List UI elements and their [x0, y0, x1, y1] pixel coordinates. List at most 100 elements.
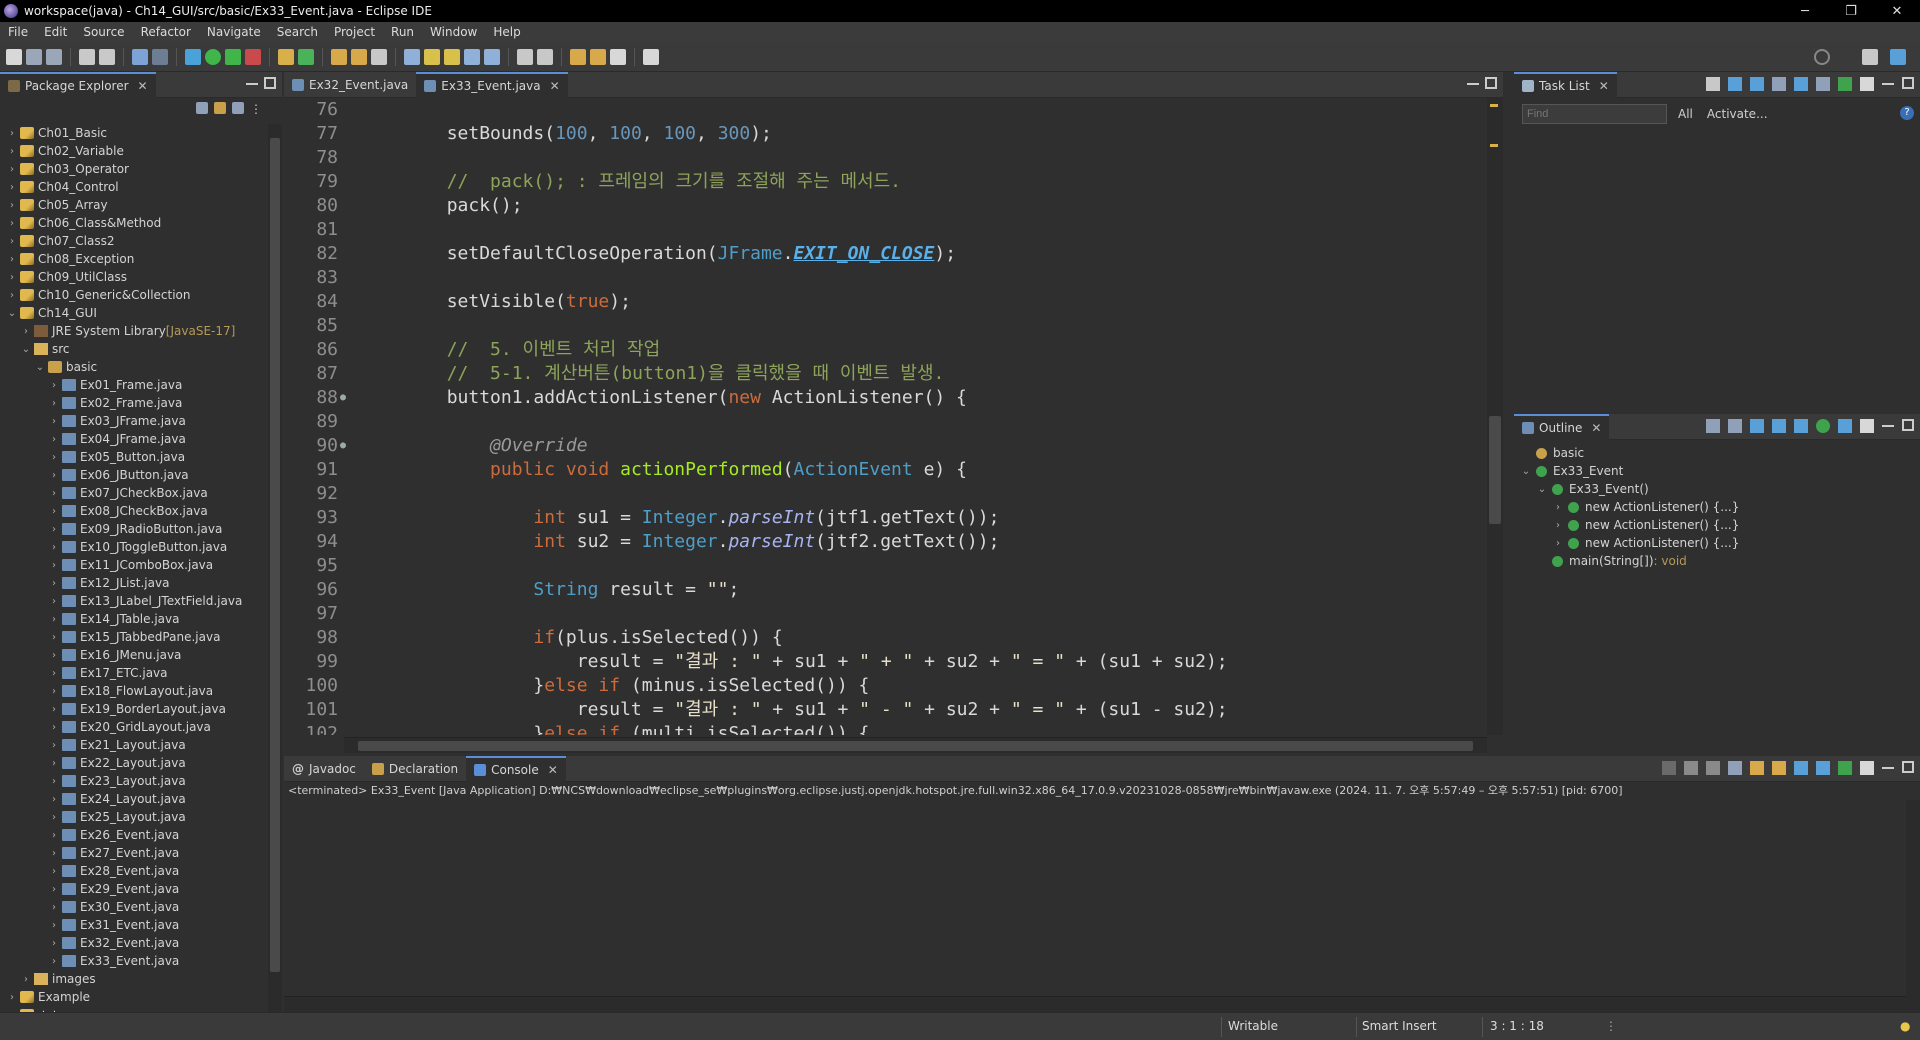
code-line[interactable]: 90 ● @Override [284, 434, 1487, 458]
menu-refactor[interactable]: Refactor [133, 25, 199, 39]
chevron-right-icon[interactable]: › [48, 596, 60, 607]
tree-item[interactable]: › Ch02_Variable [0, 142, 268, 160]
minimize-view-icon[interactable] [246, 77, 258, 85]
open-console-icon[interactable] [1838, 761, 1852, 775]
task-find-input[interactable] [1522, 104, 1667, 124]
chevron-right-icon[interactable]: › [48, 614, 60, 625]
code-line[interactable]: 91 public void actionPerformed(ActionEve… [284, 458, 1487, 482]
activate-link[interactable]: Activate... [1707, 107, 1768, 121]
collapse-all-icon[interactable] [1728, 419, 1742, 433]
chevron-right-icon[interactable]: › [6, 146, 18, 157]
search-icon[interactable] [1814, 49, 1830, 65]
show-on-output-icon[interactable] [1772, 761, 1786, 775]
chevron-right-icon[interactable]: › [6, 290, 18, 301]
tree-item[interactable]: › Ex08_JCheckBox.java [0, 502, 268, 520]
hide-static-icon[interactable] [1794, 419, 1808, 433]
tree-item[interactable]: › Ch09_UtilClass [0, 268, 268, 286]
run-icon[interactable] [205, 48, 221, 65]
tree-item[interactable]: › Ex16_JMenu.java [0, 646, 268, 664]
editor-vertical-scrollbar[interactable] [1487, 98, 1503, 735]
code-line[interactable]: 92 [284, 482, 1487, 506]
chevron-right-icon[interactable]: › [48, 794, 60, 805]
tree-item[interactable]: › JRE System Library [JavaSE-17] [0, 322, 268, 340]
outline-item[interactable]: ⌄ Ex33_Event [1520, 462, 1920, 480]
menu-project[interactable]: Project [326, 25, 383, 39]
tree-item[interactable]: › Ch08_Exception [0, 250, 268, 268]
tab-outline[interactable]: Outline ✕ [1514, 413, 1610, 440]
menu-help[interactable]: Help [485, 25, 528, 39]
new-icon[interactable] [6, 48, 22, 65]
terminate-icon[interactable] [1662, 761, 1676, 775]
code-area[interactable]: 76 77 setBounds(100, 100, 100, 300); 78 79 … [284, 98, 1487, 735]
word-wrap-icon[interactable] [1750, 761, 1764, 775]
tree-item[interactable]: › Ex06_JButton.java [0, 466, 268, 484]
menu-source[interactable]: Source [75, 25, 132, 39]
code-line[interactable]: 84 setVisible(true); [284, 290, 1487, 314]
tab-console[interactable]: Console ✕ [466, 755, 566, 782]
editor-horizontal-scrollbar[interactable] [344, 737, 1487, 753]
tree-item[interactable]: › Ex29_Event.java [0, 880, 268, 898]
tree-item[interactable]: › Ex07_JCheckBox.java [0, 484, 268, 502]
close-icon[interactable]: ✕ [548, 763, 558, 777]
collapse-all-icon[interactable] [1816, 77, 1830, 91]
chevron-right-icon[interactable]: › [6, 128, 18, 139]
tree-item[interactable]: › Ex01_Frame.java [0, 376, 268, 394]
maximize-view-icon[interactable] [264, 77, 276, 89]
chevron-right-icon[interactable]: › [48, 398, 60, 409]
tree-item[interactable]: › Ex26_Event.java [0, 826, 268, 844]
save-icon[interactable] [26, 48, 42, 65]
code-line[interactable]: 98 if(plus.isSelected()) { [284, 626, 1487, 650]
chevron-right-icon[interactable]: › [6, 254, 18, 265]
chevron-right-icon[interactable]: › [48, 506, 60, 517]
maximize-view-icon[interactable] [1902, 761, 1914, 773]
skip-breakpoints-icon[interactable] [152, 48, 168, 65]
tab-package-explorer[interactable]: Package Explorer ✕ [0, 71, 156, 98]
chevron-right-icon[interactable]: › [6, 992, 18, 1003]
chevron-right-icon[interactable]: › [6, 218, 18, 229]
chevron-right-icon[interactable]: › [48, 848, 60, 859]
console-vertical-scrollbar[interactable] [1906, 800, 1920, 1012]
tree-item[interactable]: ⌄ src [0, 340, 268, 358]
scroll-lock-icon[interactable] [1728, 761, 1742, 775]
tree-item[interactable]: › Ch01_Basic [0, 124, 268, 142]
chevron-right-icon[interactable]: › [48, 686, 60, 697]
code-line[interactable]: 86 // 5. 이벤트 처리 작업 [284, 338, 1487, 362]
chevron-right-icon[interactable]: › [1552, 502, 1564, 513]
block-selection-icon[interactable] [444, 48, 460, 65]
previous-annotation-icon[interactable] [537, 48, 553, 65]
chevron-right-icon[interactable]: › [20, 974, 32, 985]
code-line[interactable]: 96 String result = ""; [284, 578, 1487, 602]
code-line[interactable]: 83 [284, 266, 1487, 290]
menu-window[interactable]: Window [422, 25, 485, 39]
chevron-right-icon[interactable]: › [48, 524, 60, 535]
outline-item[interactable]: main(String[]) : void [1520, 552, 1920, 570]
console-horizontal-scrollbar[interactable] [284, 996, 1906, 1012]
tree-item[interactable]: › Ch04_Control [0, 178, 268, 196]
chevron-right-icon[interactable]: › [48, 740, 60, 751]
chevron-right-icon[interactable]: › [48, 470, 60, 481]
search-toolbar-icon[interactable] [371, 48, 387, 65]
status-menu-icon[interactable]: ⋮ [1605, 1019, 1617, 1033]
undo-icon[interactable] [79, 48, 95, 65]
java-perspective-icon[interactable] [1890, 49, 1906, 65]
code-line[interactable]: 88 ● button1.addActionListener(new Action… [284, 386, 1487, 410]
code-line[interactable]: 80 pack(); [284, 194, 1487, 218]
chevron-right-icon[interactable]: › [6, 182, 18, 193]
chevron-right-icon[interactable]: › [20, 326, 32, 337]
help-icon[interactable]: ? [1900, 106, 1914, 120]
toggle-breadcrumb-icon[interactable] [404, 48, 420, 65]
new-class-icon[interactable] [298, 48, 314, 65]
external-tools-icon[interactable] [245, 48, 261, 65]
outline-item[interactable]: › new ActionListener() {...} [1520, 498, 1920, 516]
code-line[interactable]: 76 [284, 98, 1487, 122]
close-icon[interactable]: ✕ [1591, 421, 1601, 435]
new-task-icon[interactable] [1706, 77, 1720, 91]
tree-item[interactable]: › Ex04_JFrame.java [0, 430, 268, 448]
open-task-icon[interactable] [351, 48, 367, 65]
tree-item[interactable]: › Ex02_Frame.java [0, 394, 268, 412]
new-java-project-icon[interactable] [278, 48, 294, 65]
tree-item[interactable]: ⌄ Ch14_GUI [0, 304, 268, 322]
scheduled-icon[interactable] [1750, 77, 1764, 91]
tree-item[interactable]: › Ex09_JRadioButton.java [0, 520, 268, 538]
show-whitespace-icon[interactable] [464, 48, 480, 65]
